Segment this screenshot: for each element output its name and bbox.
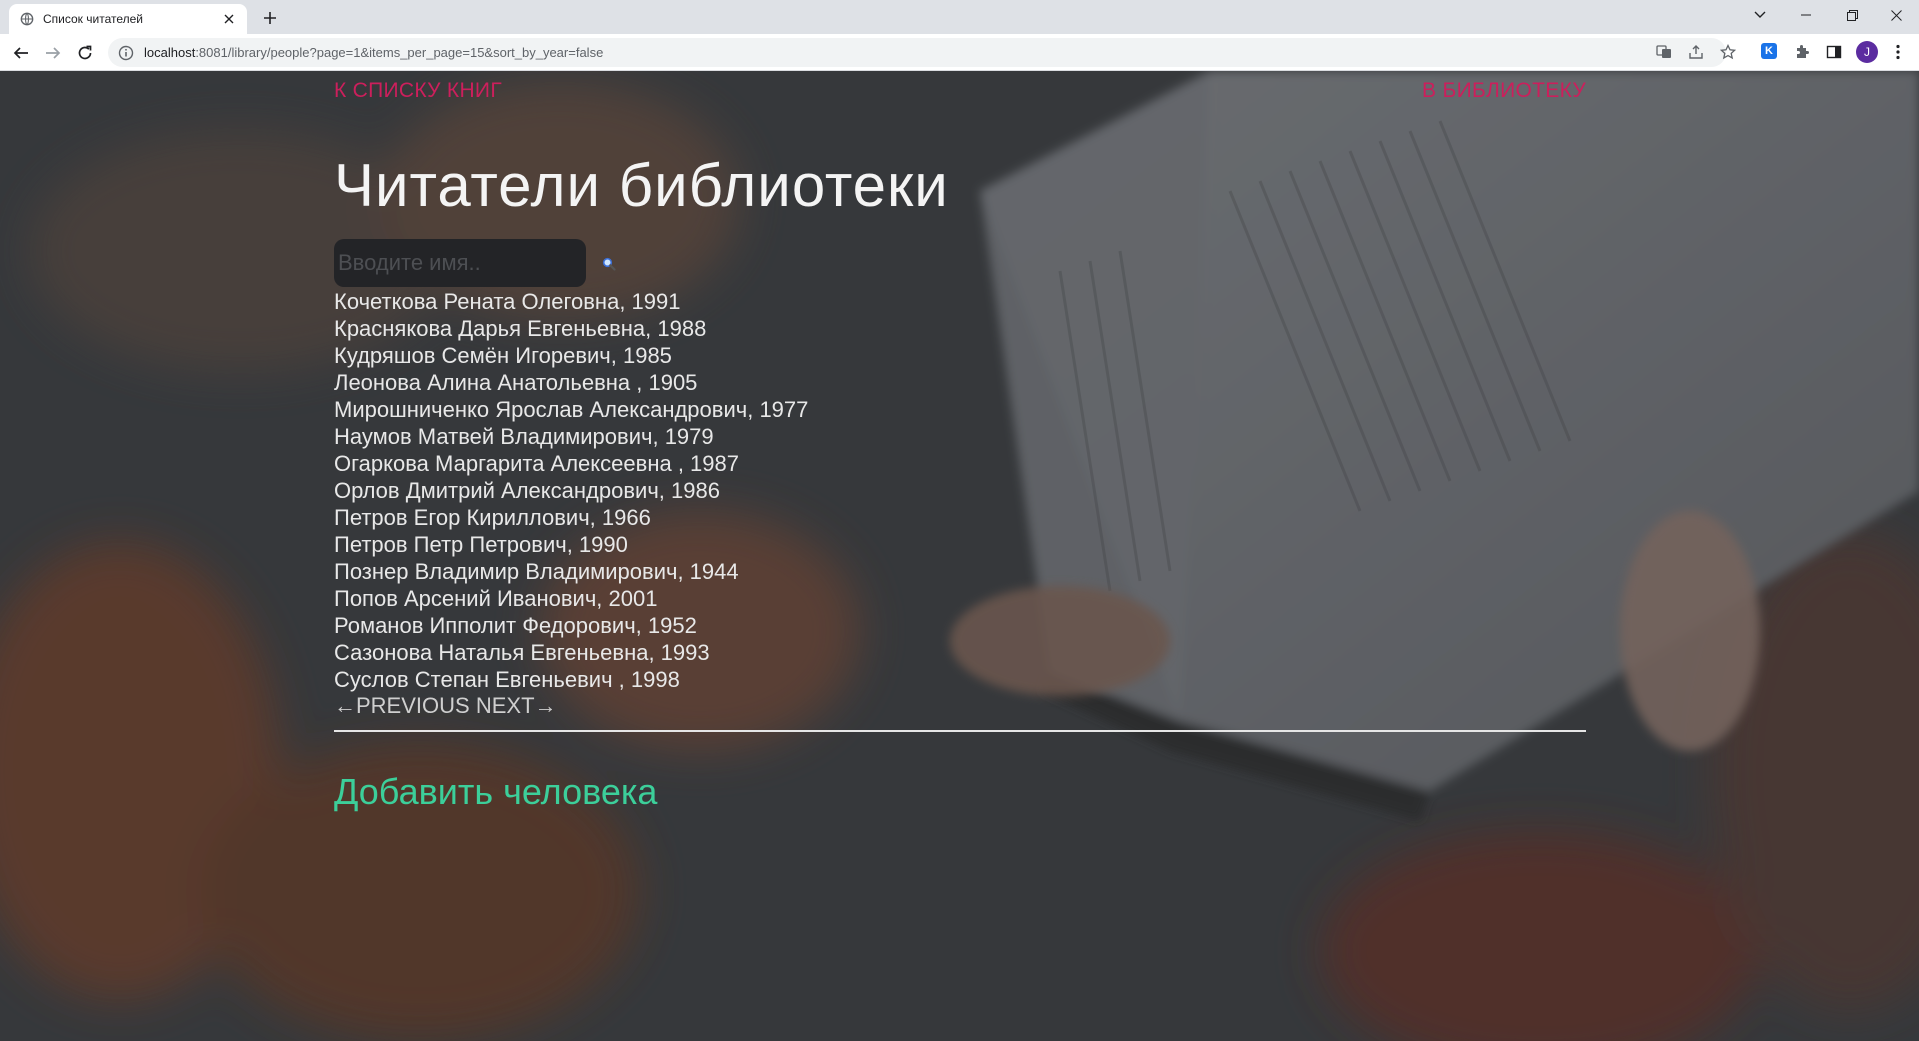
forward-arrow-icon[interactable] (42, 42, 64, 64)
extension-k-icon[interactable]: K (1761, 43, 1777, 59)
list-item[interactable]: Петров Петр Петрович, 1990 (334, 531, 808, 558)
new-tab-icon[interactable] (260, 8, 280, 28)
browser-tab-bar: Список читателей (0, 0, 1919, 34)
url-path: :8081/library/people?page=1&items_per_pa… (195, 45, 604, 60)
url-host: localhost (144, 45, 196, 60)
tab-title: Список читателей (43, 12, 144, 26)
bookmark-star-icon[interactable] (1718, 42, 1738, 62)
share-icon[interactable] (1686, 42, 1706, 62)
magnifier-icon (602, 257, 616, 271)
address-bar[interactable]: localhost:8081/library/people?page=1&ite… (108, 38, 1726, 67)
main-content: К СПИСКУ КНИГ В БИБЛИОТЕКУ Читатели библ… (334, 71, 1586, 1041)
list-item[interactable]: Кудряшов Семён Игоревич, 1985 (334, 342, 808, 369)
list-item[interactable]: Романов Ипполит Федорович, 1952 (334, 612, 808, 639)
menu-kebab-icon[interactable] (1888, 42, 1908, 62)
page-title: Читатели библиотеки (334, 152, 949, 219)
list-item[interactable]: Суслов Степан Евгеньевич , 1998 (334, 666, 808, 693)
next-page-link[interactable]: NEXT→ (476, 693, 557, 718)
globe-icon (20, 12, 34, 26)
close-window-icon[interactable] (1873, 0, 1919, 30)
browser-toolbar: localhost:8081/library/people?page=1&ite… (0, 34, 1919, 71)
list-item[interactable]: Орлов Дмитрий Александрович, 1986 (334, 477, 808, 504)
add-person-link[interactable]: Добавить человека (334, 771, 657, 813)
extensions-puzzle-icon[interactable] (1792, 42, 1812, 62)
close-tab-icon[interactable] (221, 11, 237, 27)
list-item[interactable]: Петров Егор Кириллович, 1966 (334, 504, 808, 531)
browser-tab[interactable]: Список читателей (9, 4, 247, 34)
list-item[interactable]: Попов Арсений Иванович, 2001 (334, 585, 808, 612)
tab-search-icon[interactable] (1737, 0, 1783, 30)
list-item[interactable]: Леонова Алина Анатольевна , 1905 (334, 369, 808, 396)
list-item[interactable]: Краснякова Дарья Евгеньевна, 1988 (334, 315, 808, 342)
restore-icon[interactable] (1829, 0, 1875, 30)
url-text[interactable]: localhost:8081/library/people?page=1&ite… (144, 45, 603, 60)
to-library-link[interactable]: В БИБЛИОТЕКУ (1422, 79, 1586, 103)
site-info-icon[interactable] (118, 45, 134, 61)
translate-icon[interactable] (1654, 42, 1674, 62)
profile-avatar[interactable]: J (1856, 41, 1878, 63)
list-item[interactable]: Огаркова Маргарита Алексеевна , 1987 (334, 450, 808, 477)
list-item[interactable]: Познер Владимир Владимирович, 1944 (334, 558, 808, 585)
back-arrow-icon[interactable] (10, 42, 32, 64)
divider (334, 730, 1586, 732)
list-item[interactable]: Кочеткова Рената Олеговна, 1991 (334, 288, 808, 315)
search-button[interactable] (598, 253, 620, 275)
reload-icon[interactable] (74, 42, 96, 64)
list-item[interactable]: Мирошниченко Ярослав Александрович, 1977 (334, 396, 808, 423)
previous-page-link[interactable]: ←PREVIOUS (334, 693, 470, 718)
back-to-books-link[interactable]: К СПИСКУ КНИГ (334, 79, 502, 103)
list-item[interactable]: Сазонова Наталья Евгеньевна, 1993 (334, 639, 808, 666)
list-item[interactable]: Наумов Матвей Владимирович, 1979 (334, 423, 808, 450)
people-list: Кочеткова Рената Олеговна, 1991 Красняко… (334, 288, 808, 693)
page-viewport: К СПИСКУ КНИГ В БИБЛИОТЕКУ Читатели библ… (0, 71, 1919, 1041)
search-input[interactable] (334, 239, 586, 287)
side-panel-icon[interactable] (1824, 42, 1844, 62)
minimize-icon[interactable] (1783, 0, 1829, 30)
pagination: ←PREVIOUS NEXT→ (334, 693, 557, 719)
